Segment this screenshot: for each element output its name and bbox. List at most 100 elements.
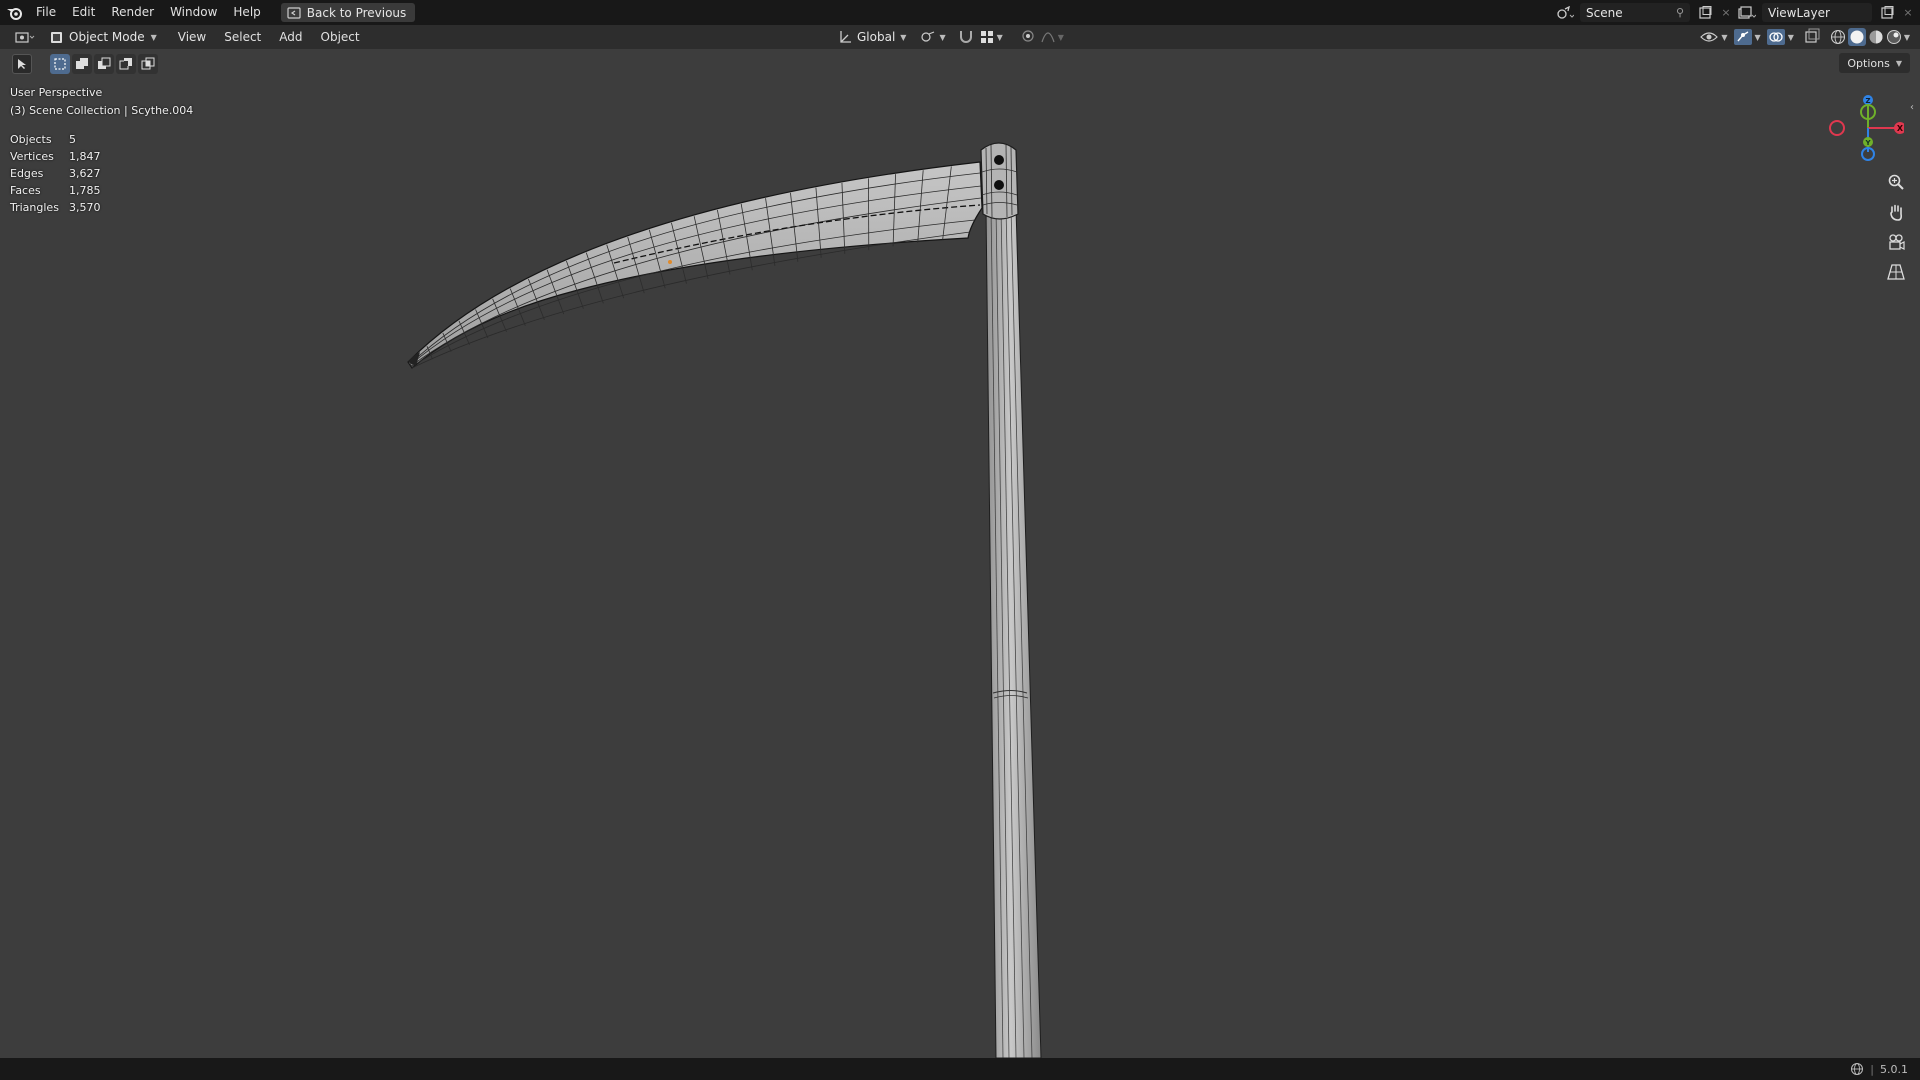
blender-logo-icon[interactable] [0,0,28,25]
navigation-gizmo[interactable]: Z X Y [1824,90,1904,170]
scene-name-text: Scene [1586,5,1623,20]
shading-mode-buttons: ▼ [1830,28,1910,46]
scythe-handle-mesh[interactable] [985,207,1042,1059]
blade-edge-ring [458,320,470,345]
scythe-socket-mesh[interactable] [980,142,1019,220]
menu-select[interactable]: Select [215,30,270,44]
separator: | [1870,1062,1874,1076]
network-globe-icon[interactable] [1850,1062,1864,1076]
stat-label: Vertices [10,150,54,163]
eye-icon [1700,32,1719,42]
blade-edge-ring [585,252,604,304]
rendered-shading-icon[interactable] [1886,29,1902,45]
gizmo-x-neg-icon[interactable] [1829,120,1845,136]
blade-edge-ring [492,298,507,332]
perspective-grid-icon [1887,264,1905,280]
options-dropdown[interactable]: Options ▼ [1839,53,1910,73]
chevron-down-icon: ▼ [1754,32,1761,42]
sidebar-toggle-chevron-icon[interactable]: ‹ [1910,102,1920,116]
select-new-icon [54,58,66,70]
menu-edit[interactable]: Edit [64,0,103,25]
view-layer-field[interactable]: ViewLayer [1762,3,1872,22]
blade-edge-ring [917,170,924,243]
stat-label: Edges [10,167,44,180]
pivot-point-dropdown[interactable]: ▼ [920,30,946,44]
camera-view-button[interactable] [1883,229,1909,255]
select-mode-extend-button[interactable] [72,54,92,74]
remove-view-layer-icon[interactable]: × [1902,3,1914,22]
remove-scene-icon[interactable]: × [1720,3,1732,22]
pan-view-button[interactable] [1883,199,1909,225]
snap-toggle-icon[interactable] [958,29,974,46]
select-intersect-icon [141,57,155,70]
chevron-down-icon[interactable]: ▼ [1904,33,1910,42]
select-tool-button[interactable] [12,54,32,74]
viewport-scene[interactable] [0,0,1920,1080]
proportional-editing-icon[interactable] [1021,29,1035,46]
select-subtract-icon [98,57,111,69]
wireframe-shading-icon[interactable] [1830,29,1846,45]
new-view-layer-icon[interactable] [1876,3,1898,22]
scythe-blade-mesh[interactable] [407,161,983,369]
chevron-down-icon: ▼ [1057,32,1064,42]
blade-edge-ring [475,309,489,339]
menu-file[interactable]: File [28,0,64,25]
stat-value: 3,570 [69,201,101,214]
blade-edge-ring [671,222,687,284]
xray-toggle-icon[interactable] [1804,28,1820,47]
blade-edge-ring [765,198,776,266]
toggle-perspective-button[interactable] [1883,259,1909,285]
object-visibility-dropdown[interactable]: ▼ [1700,30,1728,44]
menu-window[interactable]: Window [162,0,225,25]
overlays-dropdown[interactable]: ▼ [1766,29,1794,45]
blade-edge-ring [815,187,822,258]
snap-target-dropdown[interactable]: ▼ [980,30,1003,44]
scene-statistics: Objects 5 Vertices 1,847 Edges 3,627 Faces 1… [10,131,101,216]
collection-info-label: (3) Scene Collection | Scythe.004 [10,104,194,117]
view-layer-text: ViewLayer [1768,5,1830,20]
select-mode-new-button[interactable] [50,54,70,74]
stat-label: Faces [10,184,41,197]
solid-shading-icon[interactable] [1847,28,1866,46]
top-right-controls: Scene ⚲ × ViewLayer × [1554,0,1920,25]
view-layer-browse-icon[interactable] [1736,3,1758,22]
blade-edge-ring [509,288,526,326]
menu-object[interactable]: Object [312,30,369,44]
editor-type-icon[interactable] [12,28,40,47]
blade-edge-ring [627,236,645,294]
material-preview-shading-icon[interactable] [1868,29,1884,45]
transform-orientation-dropdown[interactable]: Global ▼ [838,30,906,44]
select-mode-invert-button[interactable] [116,54,136,74]
blade-edge-ring [648,229,666,289]
proportional-falloff-dropdown[interactable]: ▼ [1041,30,1064,44]
scene-browse-icon[interactable] [1554,3,1576,22]
select-mode-intersect-button[interactable] [138,54,158,74]
zoom-view-button[interactable] [1883,169,1909,195]
stat-row-vertices: Vertices 1,847 [10,148,101,165]
chevron-down-icon: ▼ [996,32,1003,42]
top-menu-bar: File Edit Render Window Help Back to Pre… [0,0,1920,25]
select-invert-icon [119,58,132,70]
scene-name-field[interactable]: Scene ⚲ [1580,3,1690,22]
blade-edge-ring [716,209,731,275]
select-mode-subtract-button[interactable] [94,54,114,74]
menu-view[interactable]: View [169,30,215,44]
select-extend-icon [76,58,88,69]
stat-label: Objects [10,133,52,146]
falloff-curve-icon [1041,32,1055,43]
back-to-previous-button[interactable]: Back to Previous [280,3,416,22]
menu-render[interactable]: Render [103,0,162,25]
pin-icon[interactable]: ⚲ [1676,6,1684,19]
gizmos-dropdown[interactable]: ▼ [1733,29,1761,45]
camera-icon [1889,234,1905,250]
gizmo-x-label: X [1897,124,1904,133]
menu-help[interactable]: Help [225,0,268,25]
new-scene-icon[interactable] [1694,3,1716,22]
menu-add[interactable]: Add [270,30,311,44]
tool-settings-row [12,53,158,75]
blade-edge-ring [841,182,846,254]
interaction-mode-dropdown[interactable]: Object Mode ▼ [44,27,163,47]
snap-grid-icon [980,31,993,43]
zoom-magnifier-icon [1888,174,1904,190]
chevron-down-icon: ▼ [1721,32,1728,42]
